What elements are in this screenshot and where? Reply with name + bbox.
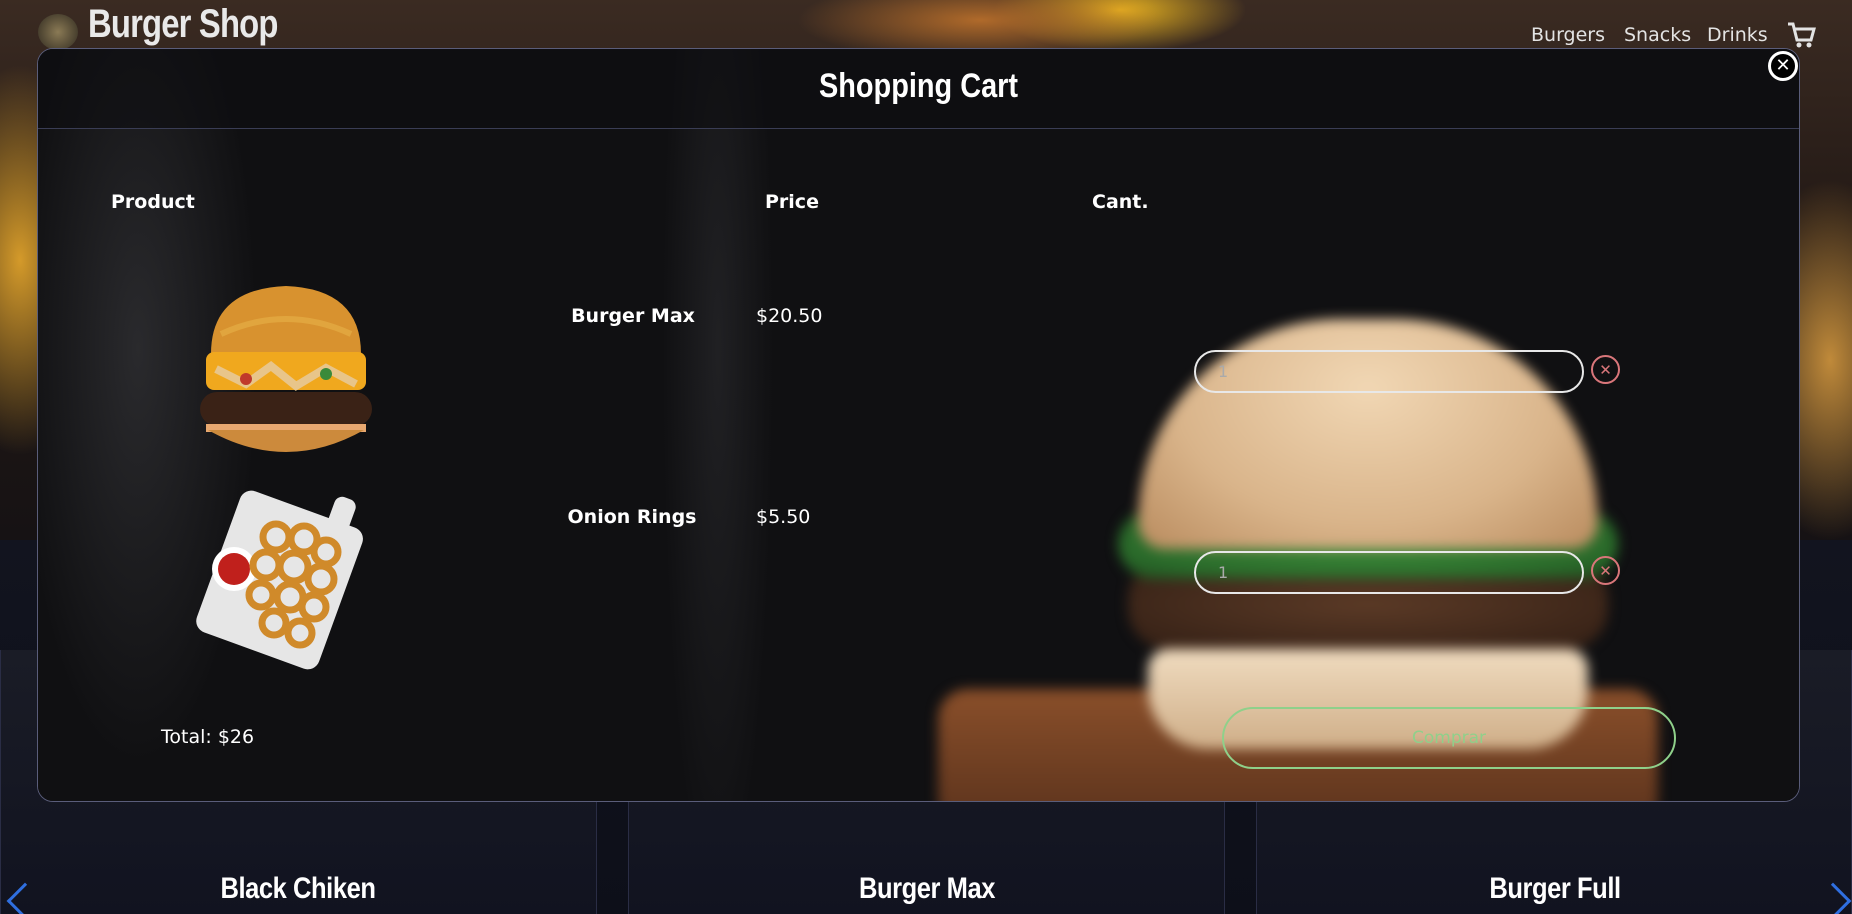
burger-image	[200, 286, 372, 452]
cart-icon[interactable]	[1786, 20, 1816, 50]
logo-text[interactable]: Burger Shop	[88, 2, 278, 47]
close-icon: ✕	[1775, 55, 1791, 76]
column-header-product: Product	[111, 191, 195, 213]
card-title: Black Chiken	[220, 872, 376, 905]
cart-total: Total: $26	[161, 726, 255, 748]
modal-title: Shopping Cart	[818, 67, 1019, 105]
modal-header: Shopping Cart	[38, 49, 1799, 129]
column-header-price: Price	[765, 191, 819, 213]
card-title: Burger Max	[858, 872, 996, 905]
nav-burgers[interactable]: Burgers	[1531, 24, 1605, 46]
nav-drinks[interactable]: Drinks	[1707, 24, 1768, 46]
remove-item-button[interactable]: ✕	[1591, 556, 1620, 585]
nav-snacks[interactable]: Snacks	[1624, 24, 1691, 46]
column-header-qty: Cant.	[1092, 191, 1149, 213]
logo-icon[interactable]	[38, 14, 78, 50]
buy-button[interactable]: Comprar	[1222, 707, 1676, 769]
remove-item-button[interactable]: ✕	[1591, 355, 1620, 384]
shopping-cart-modal: Shopping Cart Product Price Cant. Burger…	[37, 48, 1800, 802]
onion-rings-image	[196, 490, 363, 670]
close-icon: ✕	[1599, 561, 1612, 580]
card-title: Burger Full	[1489, 872, 1621, 905]
quantity-input[interactable]	[1194, 551, 1584, 594]
cart-item-price: $20.50	[756, 305, 823, 327]
close-icon: ✕	[1599, 360, 1612, 379]
close-modal-button[interactable]: ✕	[1768, 51, 1798, 81]
cart-item-price: $5.50	[756, 506, 811, 528]
cart-item-name: Onion Rings	[567, 506, 697, 528]
cart-item-name: Burger Max	[571, 305, 695, 327]
quantity-input[interactable]	[1194, 350, 1584, 393]
